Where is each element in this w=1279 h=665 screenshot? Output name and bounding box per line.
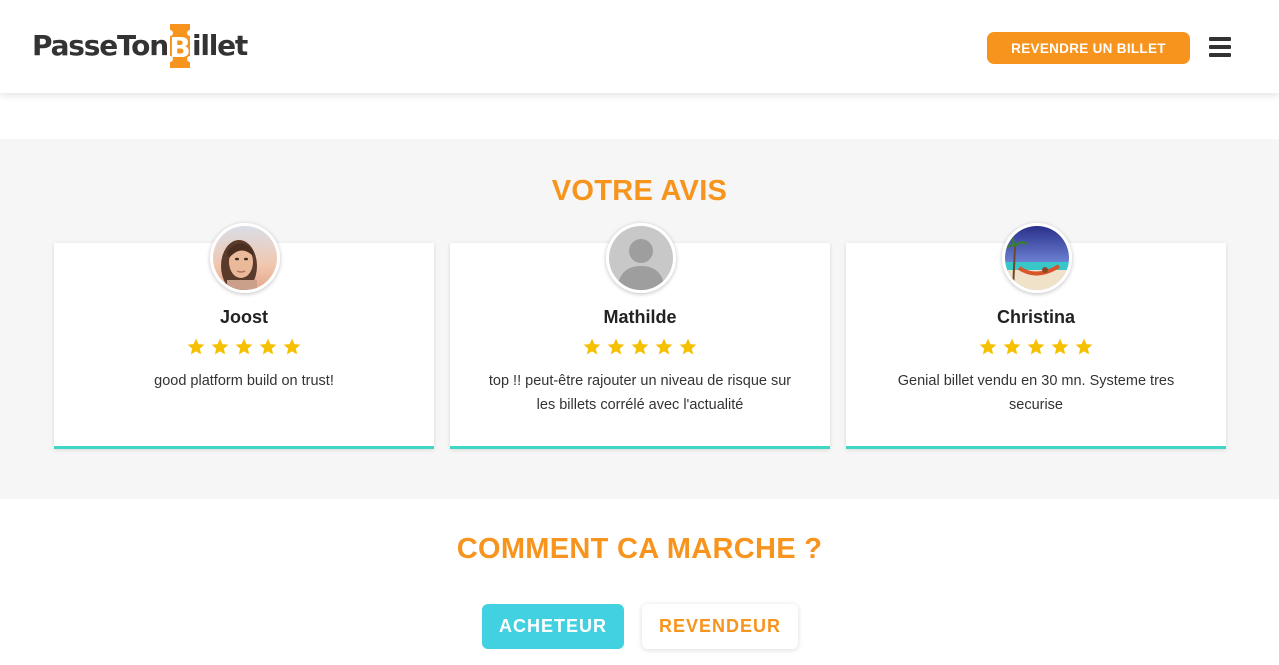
star-icon <box>1003 338 1021 355</box>
site-header: PasseTon B illet REVENDRE UN BILLET <box>0 0 1279 93</box>
star-icon <box>283 338 301 355</box>
beach-hammock-avatar <box>1002 223 1072 293</box>
star-icon <box>1027 338 1045 355</box>
tab-seller[interactable]: REVENDEUR <box>642 604 798 649</box>
reviewer-name: Joost <box>219 307 268 327</box>
reviewer-name: Christina <box>996 307 1075 327</box>
resell-ticket-button[interactable]: REVENDRE UN BILLET <box>987 32 1190 64</box>
star-icon <box>1075 338 1093 355</box>
star-icon <box>187 338 205 355</box>
star-icon <box>979 338 997 355</box>
reviews-title: VOTRE AVIS <box>551 175 728 207</box>
tab-buyer[interactable]: ACHETEUR <box>482 604 624 649</box>
star-rating <box>846 337 1226 357</box>
star-icon <box>1051 338 1069 355</box>
reviewer-name: Mathilde <box>603 307 677 327</box>
star-rating <box>450 337 830 357</box>
reviews-section: VOTRE AVIS Joost good platform build on … <box>0 139 1279 499</box>
star-icon <box>583 338 601 355</box>
review-text: top !! peut-être rajouter un niveau de r… <box>488 373 792 413</box>
review-text: good platform build on trust! <box>154 373 334 389</box>
star-icon <box>211 338 229 355</box>
star-icon <box>259 338 277 355</box>
logo-ticket-b: B <box>169 24 191 68</box>
logo-text-part2: illet <box>191 29 248 62</box>
star-icon <box>655 338 673 355</box>
review-card: Joost good platform build on trust! <box>54 223 434 449</box>
hamburger-menu-icon[interactable] <box>1209 37 1231 57</box>
star-icon <box>631 338 649 355</box>
review-text: Genial billet vendu en 30 mn. Systeme tr… <box>897 373 1175 413</box>
review-card: Mathilde top !! peut-être rajouter un ni… <box>450 223 830 449</box>
star-icon <box>679 338 697 355</box>
review-card: Christina Genial billet vendu en 30 mn. … <box>846 223 1226 449</box>
user-photo-avatar <box>210 223 280 293</box>
logo-text-part1: PasseTon <box>32 29 169 62</box>
star-icon <box>607 338 625 355</box>
passetonbillet-logo[interactable]: PasseTon B illet <box>32 24 248 68</box>
logo-b-letter: B <box>169 31 190 64</box>
how-it-works-title: COMMENT CA MARCHE ? <box>456 533 823 565</box>
default-user-avatar <box>606 223 676 293</box>
star-icon <box>235 338 253 355</box>
star-rating <box>54 337 434 357</box>
